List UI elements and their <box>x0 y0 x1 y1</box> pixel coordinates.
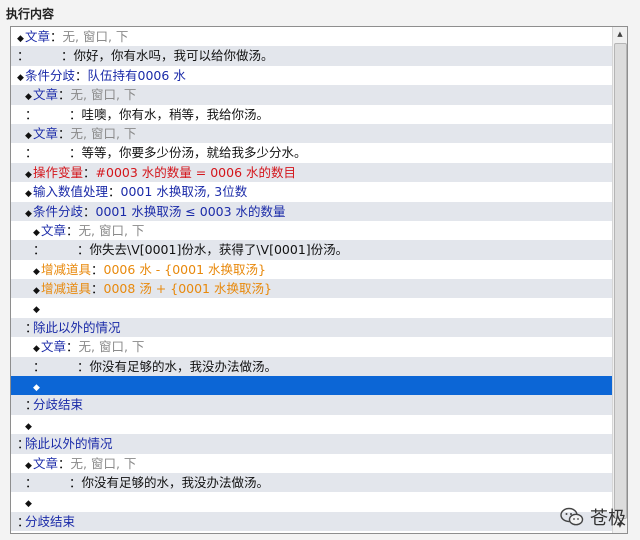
command-label: 条件分歧 <box>25 67 76 83</box>
branch-marker: ： <box>17 513 30 529</box>
command-row[interactable]: ：分歧结束 <box>11 395 612 415</box>
command-row[interactable]: ：分歧结束 <box>11 511 612 532</box>
wechat-icon <box>560 507 584 526</box>
event-command-list[interactable]: ◆文章：无, 窗口, 下：：你好，你有水吗，我可以给你做汤。 ◆条件分歧：队伍持有… <box>10 26 628 534</box>
command-row[interactable]: ◆ <box>11 492 612 511</box>
branch-label: 除此以外的情况 <box>33 319 121 335</box>
command-separator: ： <box>83 203 96 219</box>
command-row[interactable]: ◆文章：无, 窗口, 下 <box>11 85 612 105</box>
group-title: 执行内容 <box>6 7 55 21</box>
command-label: 操作变量 <box>33 164 84 180</box>
command-row[interactable]: ：：哇噢，你有水，稍等，我给你汤。 <box>11 105 612 124</box>
branch-label: 分歧结束 <box>25 513 76 529</box>
command-value: 无, 窗口, 下 <box>78 339 145 355</box>
command-bullet-icon: ◆ <box>25 208 32 219</box>
command-separator: ： <box>91 281 104 297</box>
command-row[interactable]: ◆文章：无, 窗口, 下 <box>11 123 612 144</box>
command-value: 0001 水换取汤 ≤ 0003 水的数量 <box>95 203 286 219</box>
command-row[interactable]: ◆条件分歧：队伍持有0006 水 <box>11 66 612 85</box>
command-separator: ： <box>66 339 79 355</box>
command-row[interactable]: ◆操作变量：#0003 水的数量 = 0006 水的数目 <box>11 162 612 183</box>
continuation-marker: ： <box>25 145 38 161</box>
command-row[interactable]: ◆文章：无, 窗口, 下 <box>11 221 612 240</box>
command-label: 增减道具 <box>41 281 92 297</box>
branch-label: 除此以外的情况 <box>25 436 113 452</box>
command-row[interactable]: ◆ <box>11 376 612 396</box>
message-text: 你没有足够的水，我没办法做汤。 <box>89 358 278 374</box>
command-row[interactable]: ◆增减道具：0008 汤 + {0001 水换取汤} <box>11 279 612 299</box>
command-separator: ： <box>77 242 90 258</box>
command-value: 0001 水换取汤, 3位数 <box>120 184 248 200</box>
command-row[interactable]: ◆输入数值处理：0001 水换取汤, 3位数 <box>11 182 612 201</box>
command-separator: ： <box>69 145 82 161</box>
branch-marker: ： <box>25 319 38 335</box>
continuation-marker: ： <box>25 106 38 122</box>
command-label: 条件分歧 <box>33 203 84 219</box>
command-label: 文章 <box>33 125 59 141</box>
continuation-marker: ： <box>25 474 38 490</box>
command-row[interactable]: ◆条件分歧：0001 水换取汤 ≤ 0003 水的数量 <box>11 201 612 221</box>
command-separator: ： <box>69 106 82 122</box>
command-rows: ◆文章：无, 窗口, 下：：你好，你有水吗，我可以给你做汤。 ◆条件分歧：队伍持有… <box>11 27 612 533</box>
command-value: 无, 窗口, 下 <box>70 125 137 141</box>
command-bullet-icon: ◆ <box>17 72 24 83</box>
command-row[interactable]: ：：你没有足够的水，我没办法做汤。 <box>11 356 612 377</box>
message-text: 你没有足够的水，我没办法做汤。 <box>81 474 270 490</box>
command-label: 文章 <box>25 29 51 44</box>
continuation-marker: ： <box>17 48 30 64</box>
command-label: 文章 <box>33 87 59 103</box>
command-row[interactable]: ：：等等，你要多少份汤，就给我多少分水。 <box>11 143 612 162</box>
command-value: 队伍持有0006 水 <box>87 67 186 83</box>
command-separator: ： <box>69 474 82 490</box>
scroll-up-arrow-icon[interactable]: ▲ <box>613 27 627 42</box>
vertical-scrollbar[interactable]: ▲ ▼ <box>612 27 627 533</box>
command-label: 文章 <box>41 339 67 355</box>
command-row[interactable]: ◆ <box>11 298 612 317</box>
branch-label: 分歧结束 <box>33 397 84 413</box>
command-separator: ： <box>58 87 71 103</box>
command-separator: ： <box>58 125 71 141</box>
message-text: 等等，你要多少份汤，就给我多少分水。 <box>81 145 307 161</box>
command-label: 输入数值处理 <box>33 184 109 200</box>
continuation-marker: ： <box>33 242 46 258</box>
command-row[interactable]: ◆ <box>11 415 612 434</box>
message-text: 你失去\V[0001]份水，获得了\V[0001]份汤。 <box>89 242 349 258</box>
command-row[interactable]: ◆文章：无, 窗口, 下 <box>11 454 612 473</box>
command-row[interactable]: ◆增减道具：0006 水 - {0001 水换取汤} <box>11 260 612 279</box>
command-separator: ： <box>108 184 121 200</box>
continuation-marker: ： <box>33 358 46 374</box>
command-separator: ： <box>75 67 88 83</box>
command-value: 0006 水 - {0001 水换取汤} <box>103 261 266 277</box>
command-value: 无, 窗口, 下 <box>62 29 129 44</box>
branch-marker: ： <box>17 436 30 452</box>
command-value: 无, 窗口, 下 <box>70 455 137 471</box>
command-value: #0003 水的数量 = 0006 水的数目 <box>95 164 296 180</box>
command-separator: ： <box>58 455 71 471</box>
scroll-thumb[interactable] <box>614 43 627 519</box>
command-row[interactable]: ：：你没有足够的水，我没办法做汤。 <box>11 472 612 493</box>
message-text: 哇噢，你有水，稍等，我给你汤。 <box>81 106 270 122</box>
command-row[interactable]: ：除此以外的情况 <box>11 434 612 454</box>
watermark: 苍极 <box>560 504 626 530</box>
command-row[interactable]: ：除此以外的情况 <box>11 317 612 338</box>
command-row[interactable]: ◆文章：无, 窗口, 下 <box>11 337 612 356</box>
command-value: 0008 汤 + {0001 水换取汤} <box>103 281 272 297</box>
command-label: 文章 <box>33 455 59 471</box>
branch-marker: ： <box>25 397 38 413</box>
command-value: 无, 窗口, 下 <box>78 222 145 238</box>
command-separator: ： <box>91 261 104 277</box>
command-separator: ： <box>66 222 79 238</box>
command-separator: ： <box>50 29 63 44</box>
command-separator: ： <box>77 358 90 374</box>
command-row[interactable]: ：：你好，你有水吗，我可以给你做汤。 <box>11 46 612 66</box>
command-row[interactable]: ：：你失去\V[0001]份水，获得了\V[0001]份汤。 <box>11 240 612 260</box>
command-separator: ： <box>83 164 96 180</box>
command-value: 无, 窗口, 下 <box>70 87 137 103</box>
command-separator: ： <box>61 48 74 64</box>
command-label: 增减道具 <box>41 261 92 277</box>
watermark-text: 苍极 <box>590 508 626 529</box>
command-row[interactable]: ◆文章：无, 窗口, 下 <box>11 27 612 46</box>
command-label: 文章 <box>41 222 67 238</box>
message-text: 你好，你有水吗，我可以给你做汤。 <box>73 48 274 64</box>
